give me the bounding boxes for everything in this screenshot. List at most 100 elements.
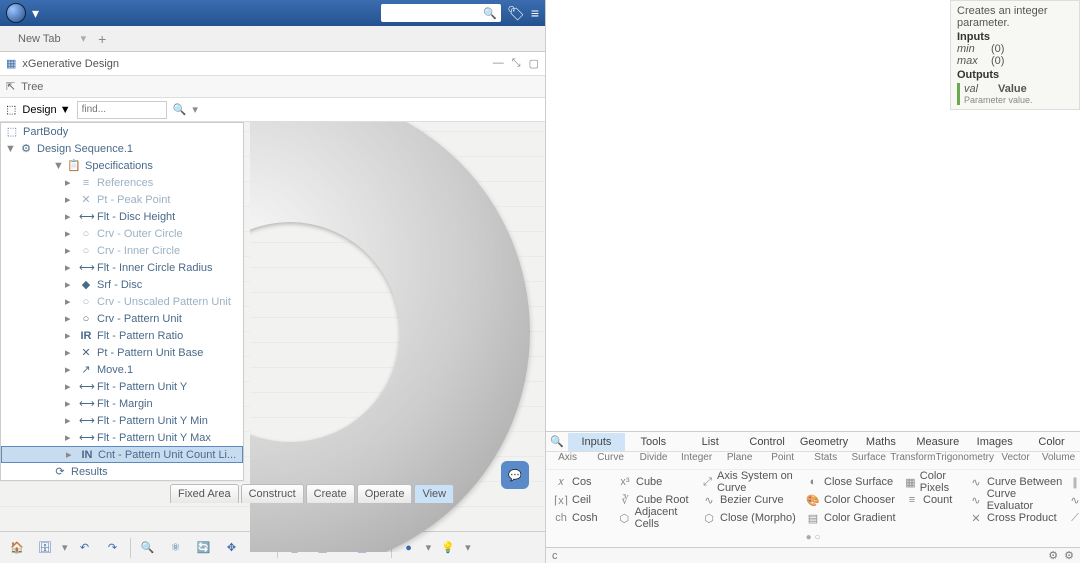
viewtab-construct[interactable]: Construct <box>241 484 304 503</box>
palette-item[interactable]: ∿Curve Smooth <box>1068 492 1080 508</box>
palette-item[interactable]: 𝑥Cos <box>554 474 614 490</box>
palette: 🔍 Inputs Tools List Control Geometry Mat… <box>546 431 1080 547</box>
tree-item-specs[interactable]: ▼📋Specifications <box>1 157 243 174</box>
cat-color[interactable]: Color <box>1023 433 1080 451</box>
filter-bar: ⬚ Design ▼ 🔍 ▾ <box>0 98 545 122</box>
cat-images[interactable]: Images <box>966 433 1023 451</box>
undo-icon[interactable]: ↶ <box>74 537 96 559</box>
palette-item[interactable]: ⟋Curve Length <box>1068 510 1080 526</box>
database-icon[interactable]: 🗄 <box>34 537 56 559</box>
atom-icon[interactable]: ⚛ <box>165 537 187 559</box>
tree-item[interactable]: ▸◆Srf - Disc <box>1 276 243 293</box>
panel-header: ▦ xGenerative Design — ⤡ ▢ <box>0 52 545 76</box>
find-input[interactable] <box>77 101 167 119</box>
tree-item-selected[interactable]: ▸INCnt - Pattern Unit Count Li... <box>1 446 243 463</box>
palette-item[interactable]: chCosh <box>554 510 614 526</box>
tree-item[interactable]: ▸⟷Flt - Margin <box>1 395 243 412</box>
filter-icon[interactable]: ▾ <box>192 103 198 116</box>
viewtab-view[interactable]: View <box>414 484 454 503</box>
tree-item[interactable]: ▸⟷Flt - Pattern Unit Y Max <box>1 429 243 446</box>
palette-grid: 𝑥Cos x³Cube ⤢Axis System on Curve ◐Close… <box>546 470 1080 530</box>
redo-icon[interactable]: ↷ <box>102 537 124 559</box>
tab-new[interactable]: New Tab <box>10 29 69 49</box>
zoom-icon[interactable]: 🔍 <box>137 537 159 559</box>
minimize-button[interactable]: — <box>493 57 504 70</box>
tree-label: Tree <box>21 81 43 93</box>
panel-title: xGenerative Design <box>22 58 119 70</box>
tree-item[interactable]: ▸⟷Flt - Disc Height <box>1 208 243 225</box>
menu-icon[interactable]: ≡ <box>531 5 539 21</box>
gear-icon[interactable]: ⚙ <box>1064 549 1074 562</box>
tree-item-results[interactable]: ⟳Results <box>1 463 243 480</box>
compass-icon[interactable] <box>6 3 26 23</box>
design-dropdown[interactable]: Design ▼ <box>22 104 70 116</box>
global-search[interactable]: 🔍 <box>381 4 501 22</box>
palette-item[interactable]: ⬡Close (Morpho) <box>702 510 802 526</box>
tree-item-partbody[interactable]: ⬚PartBody <box>1 123 243 140</box>
tree-item[interactable]: ▸✕Pt - Pattern Unit Base <box>1 344 243 361</box>
status-c: c <box>552 550 558 562</box>
chat-button[interactable]: 💬 <box>501 461 529 489</box>
palette-item[interactable]: ⤢Axis System on Curve <box>702 474 802 490</box>
tree-item[interactable]: ▸○Crv - Inner Circle <box>1 242 243 259</box>
top-bar: ▾ 🔍 🏷 ≡ <box>0 0 545 26</box>
cube-icon: ⬚ <box>6 103 16 116</box>
move-icon[interactable]: ✥ <box>221 537 243 559</box>
add-tab-button[interactable]: + <box>98 31 106 47</box>
status-bar: c ⚙ ⚙ <box>546 547 1080 563</box>
palette-item[interactable]: ≡Count <box>905 492 965 508</box>
palette-item[interactable]: ∿Curve Evaluator <box>969 492 1064 508</box>
refresh-icon[interactable]: 🔄 <box>193 537 215 559</box>
palette-item[interactable]: ∿Bezier Curve <box>702 492 802 508</box>
tree-icon: ⇱ <box>6 80 15 93</box>
tree-toolbar: ⇱ Tree <box>0 76 545 98</box>
palette-item[interactable]: 🎨Color Chooser <box>806 492 901 508</box>
close-button[interactable]: ▢ <box>529 57 539 70</box>
cat-list[interactable]: List <box>682 433 739 451</box>
chevron-down-icon[interactable]: ▾ <box>32 5 39 22</box>
tree-item[interactable]: ▸≡References <box>1 174 243 191</box>
palette-item[interactable]: ◐Close Surface <box>806 474 901 490</box>
tree-item[interactable]: ▸⟷Flt - Inner Circle Radius <box>1 259 243 276</box>
palette-item[interactable]: ✕Cross Product <box>969 510 1064 526</box>
tree-item[interactable]: ▸⟷Flt - Pattern Unit Y Min <box>1 412 243 429</box>
tree-item[interactable]: ▸IRFlt - Pattern Ratio <box>1 327 243 344</box>
tree-item[interactable]: ▸⟷Flt - Pattern Unit Y <box>1 378 243 395</box>
viewtab-create[interactable]: Create <box>306 484 355 503</box>
collapse-button[interactable]: ⤡ <box>512 57 521 70</box>
spec-tree[interactable]: ⬚PartBody ▼⚙Design Sequence.1 ▼📋Specific… <box>0 122 244 481</box>
tag-icon[interactable]: 🏷 <box>507 5 525 22</box>
cat-measure[interactable]: Measure <box>909 433 966 451</box>
viewtab-operate[interactable]: Operate <box>357 484 413 503</box>
home-icon[interactable]: 🏠 <box>6 537 28 559</box>
viewtab-fixed[interactable]: Fixed Area <box>170 484 239 503</box>
graph-canvas[interactable]: Flt - Margin −5 mm+ (integer) Cnt - Patt… <box>546 0 1080 432</box>
gear-icon[interactable]: ⚙ <box>1048 549 1058 562</box>
cat-maths[interactable]: Maths <box>852 433 909 451</box>
tree-item[interactable]: ▸○Crv - Pattern Unit <box>1 310 243 327</box>
palette-item[interactable]: ∥Curve Parallel <box>1068 474 1080 490</box>
palette-categories: 🔍 Inputs Tools List Control Geometry Mat… <box>546 432 1080 452</box>
cat-tools[interactable]: Tools <box>625 433 682 451</box>
app-icon: ▦ <box>6 57 16 70</box>
search-icon[interactable]: 🔍 <box>173 103 187 116</box>
tree-item[interactable]: ▸↗Move.1 <box>1 361 243 378</box>
tab-dropdown-icon[interactable]: ▾ <box>81 32 87 45</box>
palette-item[interactable]: ⬡Adjacent Cells <box>618 510 698 526</box>
cat-geometry[interactable]: Geometry <box>796 433 853 451</box>
tree-item[interactable]: ▸○Crv - Unscaled Pattern Unit <box>1 293 243 310</box>
cat-control[interactable]: Control <box>739 433 796 451</box>
palette-search-icon[interactable]: 🔍 <box>546 435 568 448</box>
tree-item-sequence[interactable]: ▼⚙Design Sequence.1 <box>1 140 243 157</box>
palette-item[interactable]: ▦Color Pixels <box>905 474 965 490</box>
palette-item[interactable]: ▤Color Gradient <box>806 510 901 526</box>
palette-item[interactable]: ⌈x⌉Ceil <box>554 492 614 508</box>
cat-inputs[interactable]: Inputs <box>568 433 625 451</box>
view-tabs: Fixed Area Construct Create Operate View <box>170 484 454 503</box>
palette-subcats: AxisCurveDivideIntegerPlanePointStatsSur… <box>546 452 1080 470</box>
viewport[interactable]: 👁 👁 👁 👁 👁 ⬚PartBody ▼⚙Design Sequence.1 … <box>0 122 545 531</box>
tree-item[interactable]: ▸✕Pt - Peak Point <box>1 191 243 208</box>
palette-item[interactable]: x³Cube <box>618 474 698 490</box>
palette-pager[interactable]: ● ○ <box>546 530 1080 547</box>
tree-item[interactable]: ▸○Crv - Outer Circle <box>1 225 243 242</box>
